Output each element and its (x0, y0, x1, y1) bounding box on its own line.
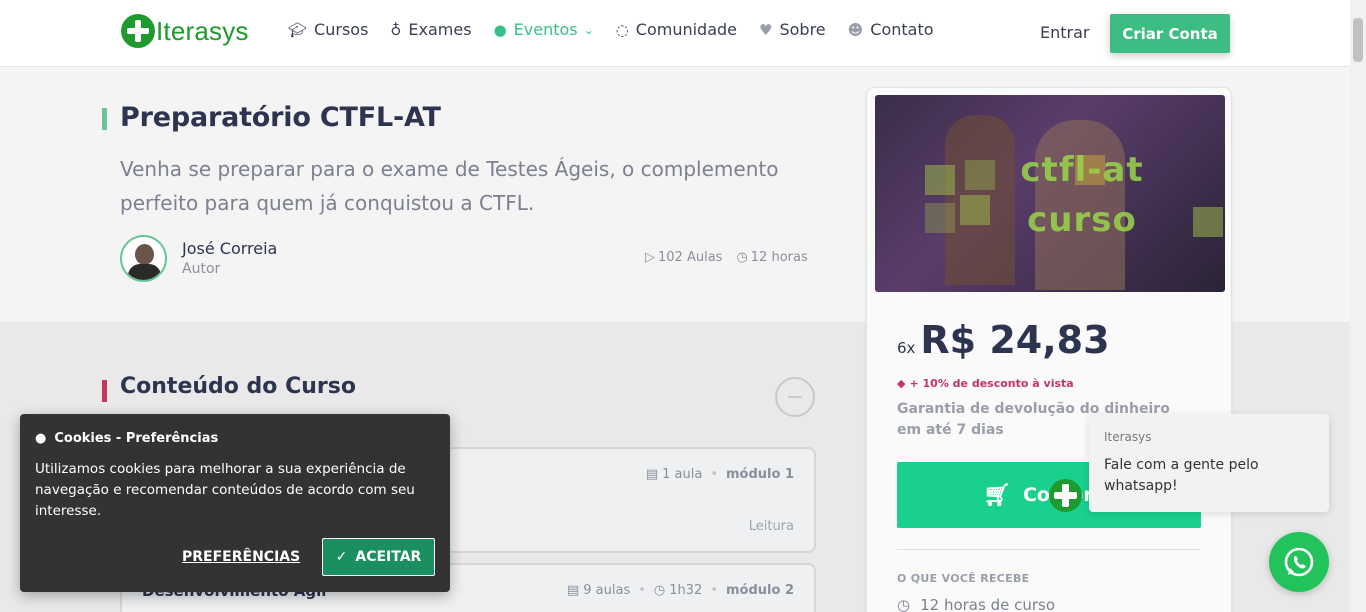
author-name: José Correia (182, 239, 278, 258)
clock-icon: ◷ (736, 250, 748, 265)
author-role: Autor (182, 261, 221, 277)
signup-button[interactable]: Criar Conta (1110, 14, 1230, 53)
module-number: módulo 1 (726, 467, 794, 482)
login-link[interactable]: Entrar (1040, 23, 1089, 42)
whatsapp-button[interactable] (1269, 532, 1329, 592)
main-nav: 🎓︎ Cursos ♁ Exames ● Eventos ⌄ ◌ Comunidade ♥… (288, 20, 956, 39)
whatsapp-message: Fale com a gente pelo whatsapp! (1104, 457, 1259, 494)
module-lessons: 9 aulas (583, 583, 631, 598)
receive-hours-text: 12 horas de curso (920, 596, 1056, 612)
module-type: Leitura (748, 519, 794, 534)
cart-icon: 🛒︎ (983, 482, 1011, 508)
module-duration: 1h32 (669, 583, 703, 598)
course-subtitle: Venha se preparar para o exame de Testes… (120, 157, 779, 215)
lessons-icon: ▤ (645, 467, 659, 482)
medal-icon: ♁ (390, 20, 402, 39)
section-title: Conteúdo do Curso (120, 374, 356, 399)
hours-count: 12 horas (750, 250, 808, 265)
scrollbar[interactable] (1350, 0, 1366, 612)
course-title: Preparatório CTFL-AT (120, 102, 441, 133)
graduation-cap-icon: 🎓︎ (288, 20, 308, 39)
whatsapp-icon (1284, 547, 1314, 577)
whatsapp-bubble[interactable]: Iterasys Fale com a gente pelo whatsapp! (1089, 414, 1329, 512)
cookie-title: ● Cookies - Preferências (35, 431, 218, 446)
clock-icon: ◷ (897, 596, 911, 612)
nav-item-contato[interactable]: ☻ Contato (848, 20, 934, 39)
discount-text: + 10% de desconto à vista (909, 377, 1074, 390)
nav-item-eventos[interactable]: ● Eventos ⌄ (494, 20, 594, 39)
course-thumbnail: ctfl-at curso (875, 95, 1225, 292)
divider (897, 549, 1201, 550)
logo-text: Iterasys (156, 15, 249, 46)
chat-bubbles-icon: ● (493, 20, 507, 39)
chevron-down-icon: ⌄ (583, 22, 594, 37)
discount-badge: ◆ + 10% de desconto à vista (897, 377, 1074, 390)
receive-hours: ◷ 12 horas de curso (897, 596, 1055, 612)
whatsapp-avatar-icon (1049, 479, 1082, 512)
cookie-banner: ● Cookies - Preferências Utilizamos cooki… (20, 414, 450, 592)
clock-icon: ◷ (653, 583, 666, 598)
logo-cross-icon (121, 14, 155, 48)
scrollbar-thumb[interactable] (1353, 18, 1363, 62)
nav-label: Eventos (513, 20, 578, 39)
nav-item-comunidade[interactable]: ◌ Comunidade (616, 20, 737, 39)
play-circle-icon: ▷ (645, 250, 655, 265)
cookie-preferences-link[interactable]: PREFERÊNCIAS (182, 549, 300, 565)
nav-item-sobre[interactable]: ♥ Sobre (759, 20, 826, 39)
lessons-count: 102 Aulas (658, 250, 723, 265)
price-value: R$ 24,83 (920, 318, 1110, 362)
module-number: módulo 2 (726, 583, 794, 598)
purchase-card: ctfl-at curso 6x R$ 24,83 ◆ + 10% de desc… (866, 87, 1232, 612)
installments: 6x (897, 339, 916, 357)
section-accent-bar (102, 380, 107, 402)
chat-icon: ☻ (847, 20, 864, 39)
price: 6x R$ 24,83 (897, 318, 1110, 362)
logo[interactable]: Iterasys (121, 14, 249, 48)
loading-icon: ◌ (615, 20, 629, 39)
module-meta: ▤ 9 aulas • ◷ 1h32 • módulo 2 (566, 583, 794, 598)
cookie-title-text: Cookies - Preferências (54, 431, 219, 446)
nav-label: Exames (408, 20, 472, 39)
title-accent-bar (102, 108, 107, 130)
heart-icon: ♥ (759, 20, 773, 39)
thumbnail-text: ctfl-at curso (1020, 150, 1144, 240)
nav-label: Sobre (779, 20, 826, 39)
collapse-all-button[interactable] (775, 377, 815, 417)
cookie-icon: ● (35, 431, 47, 446)
module-lessons: 1 aula (662, 467, 703, 482)
nav-item-exames[interactable]: ♁ Exames (390, 20, 471, 39)
whatsapp-from: Iterasys (1104, 430, 1152, 444)
author-avatar (120, 235, 167, 282)
lessons-icon: ▤ (566, 583, 580, 598)
tag-icon: ◆ (897, 377, 906, 390)
nav-label: Cursos (314, 20, 369, 39)
module-meta: ▤ 1 aula • módulo 1 (645, 467, 794, 482)
nav-label: Comunidade (635, 20, 738, 39)
course-meta: ▷ 102 Aulas ◷ 12 horas (645, 250, 808, 265)
nav-label: Contato (870, 20, 934, 39)
receive-title: O QUE VOCÊ RECEBE (897, 572, 1030, 585)
nav-item-cursos[interactable]: 🎓︎ Cursos (288, 20, 368, 39)
cookie-accept-label: ACEITAR (355, 549, 422, 565)
cookie-text: Utilizamos cookies para melhorar a sua e… (35, 461, 415, 519)
check-icon: ✓ (335, 549, 348, 565)
cookie-accept-button[interactable]: ✓ ACEITAR (322, 538, 435, 576)
top-navbar: Iterasys 🎓︎ Cursos ♁ Exames ● Eventos ⌄ ◌ Com… (0, 0, 1350, 67)
